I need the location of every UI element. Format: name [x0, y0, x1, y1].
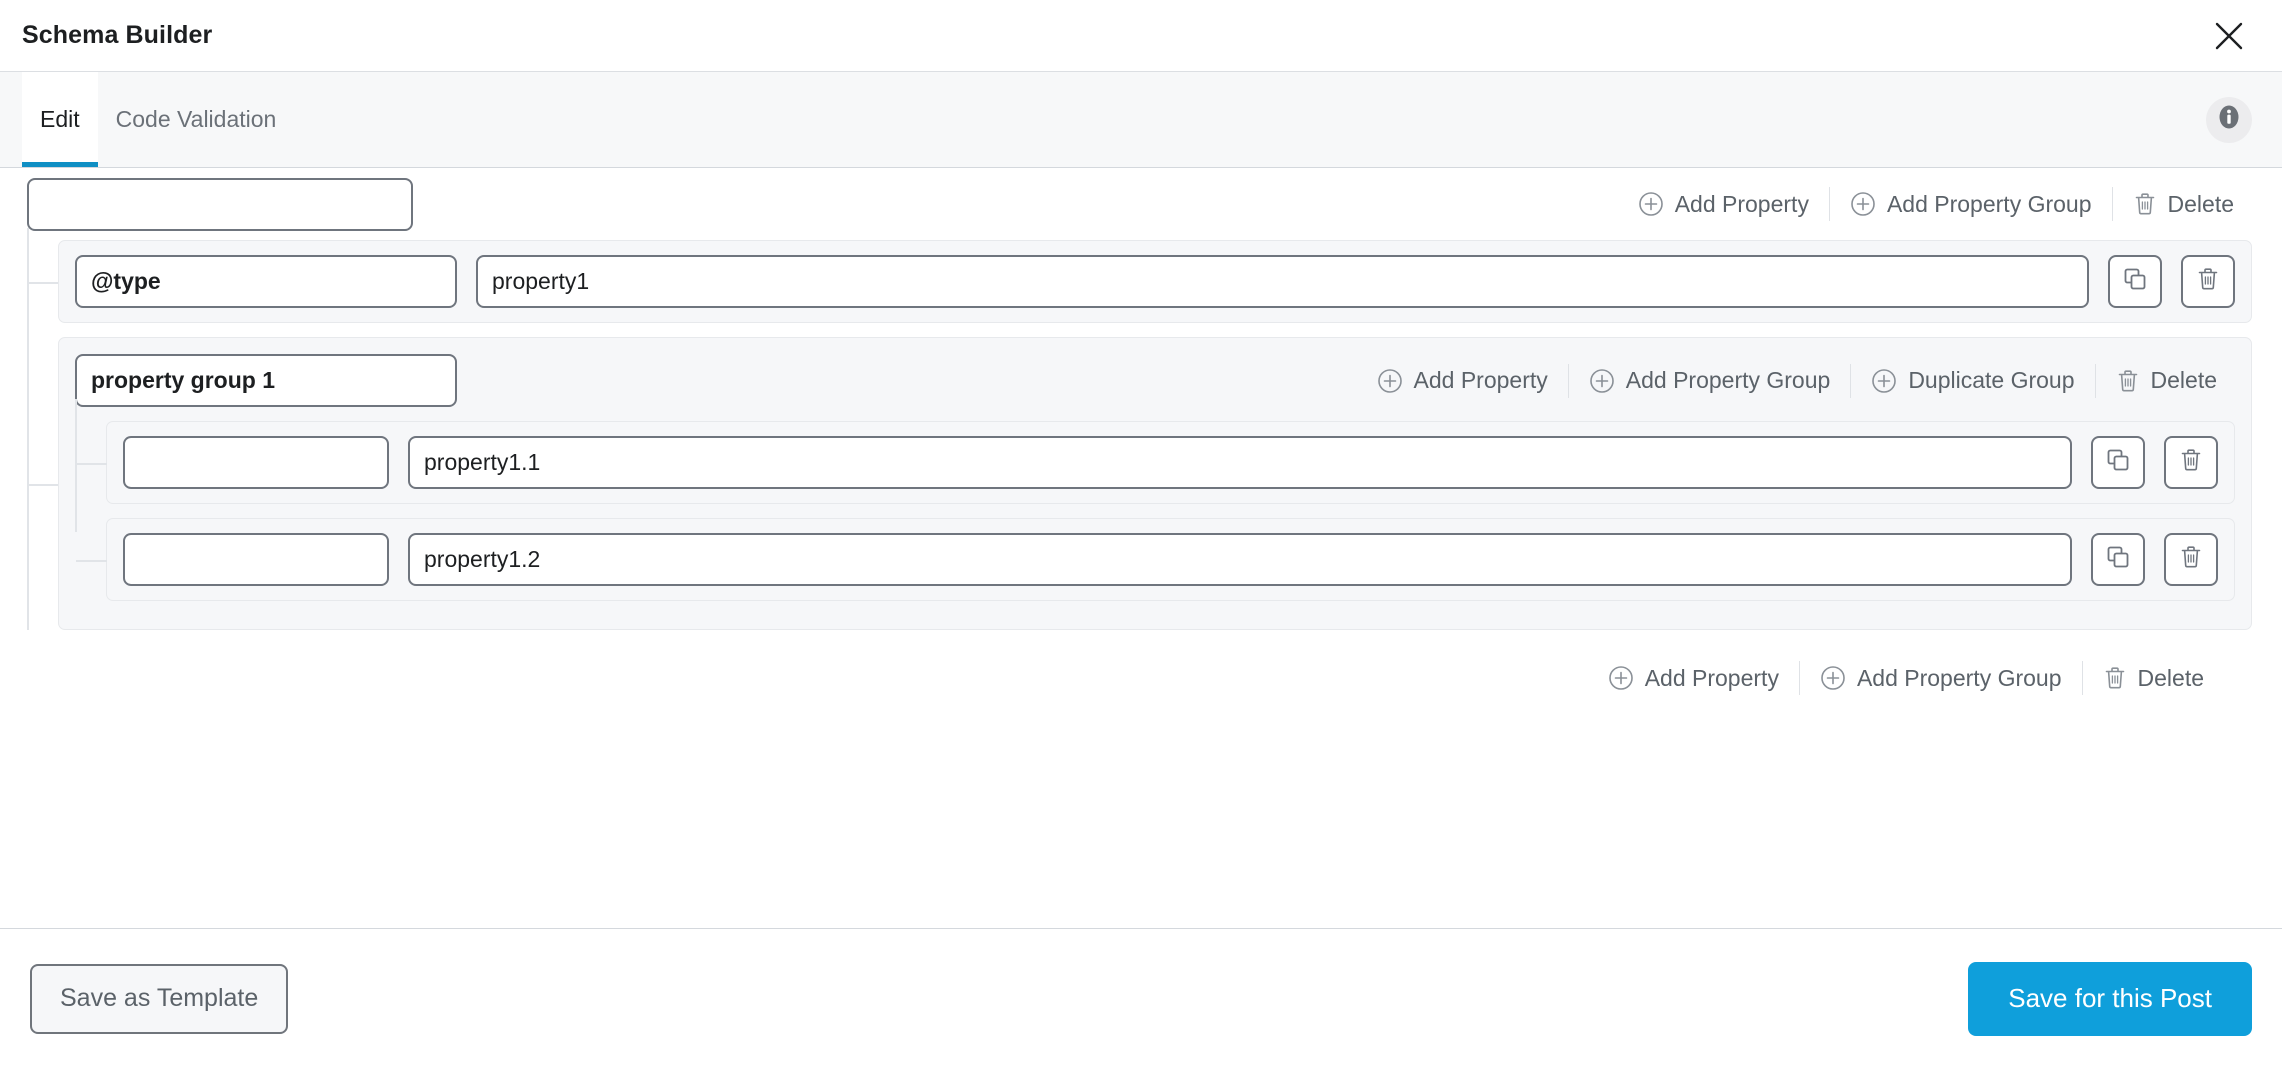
trash-icon	[2103, 665, 2127, 691]
info-button-wrap	[2206, 72, 2252, 167]
info-icon	[2214, 102, 2244, 137]
plus-circle-icon	[1638, 191, 1664, 217]
root-bottom-delete-label: Delete	[2138, 667, 2204, 690]
root-add-property-label: Add Property	[1675, 193, 1809, 216]
toolbar-divider	[2112, 187, 2113, 221]
root-add-property-group-label: Add Property Group	[1887, 193, 2092, 216]
group-add-property-group-button[interactable]: Add Property Group	[1571, 368, 1849, 394]
property-value-input[interactable]	[476, 255, 2089, 308]
tab-code-validation[interactable]: Code Validation	[98, 72, 295, 167]
tab-list: Edit Code Validation	[0, 72, 294, 167]
property-delete-button[interactable]	[2164, 436, 2218, 489]
save-for-this-post-button[interactable]: Save for this Post	[1968, 962, 2252, 1036]
root-delete-button[interactable]: Delete	[2115, 191, 2252, 217]
trash-icon	[2116, 368, 2140, 394]
copy-icon	[2122, 266, 2148, 297]
group-delete-button[interactable]: Delete	[2098, 368, 2235, 394]
tab-edit-label: Edit	[40, 106, 80, 133]
property-duplicate-button[interactable]	[2091, 533, 2145, 586]
group-duplicate-label: Duplicate Group	[1908, 369, 2074, 392]
property-delete-button[interactable]	[2181, 255, 2235, 308]
schema-editor-body: Add Property Add Property Group	[0, 168, 2282, 928]
plus-circle-icon	[1820, 665, 1846, 691]
schema-tree: Add Property	[0, 240, 2282, 712]
toolbar-divider	[1829, 187, 1830, 221]
schema-builder-modal: Schema Builder Edit Code Validation	[0, 0, 2282, 1068]
trash-icon	[2133, 191, 2157, 217]
property-row	[106, 421, 2235, 504]
copy-icon	[2105, 544, 2131, 575]
root-bottom-add-property-group-button[interactable]: Add Property Group	[1802, 665, 2080, 691]
root-key-input[interactable]	[27, 178, 413, 231]
root-header-row: Add Property Add Property Group	[0, 168, 2282, 240]
plus-circle-icon	[1608, 665, 1634, 691]
root-bottom-add-property-label: Add Property	[1645, 667, 1779, 690]
property-duplicate-button[interactable]	[2091, 436, 2145, 489]
plus-circle-icon	[1871, 368, 1897, 394]
toolbar-divider	[1568, 364, 1569, 398]
property-value-input[interactable]	[408, 533, 2072, 586]
root-add-property-group-button[interactable]: Add Property Group	[1832, 191, 2110, 217]
property-group-children	[75, 421, 2235, 601]
property-row	[58, 240, 2252, 323]
modal-footer: Save as Template Save for this Post	[0, 928, 2282, 1068]
plus-circle-icon	[1589, 368, 1615, 394]
root-bottom-actions: Add Property Add Property Group	[1590, 661, 2222, 695]
close-button[interactable]	[2206, 13, 2252, 59]
tab-bar: Edit Code Validation	[0, 72, 2282, 168]
property-group-node: Add Property	[58, 337, 2252, 630]
save-as-template-button[interactable]: Save as Template	[30, 964, 288, 1034]
root-bottom-add-property-group-label: Add Property Group	[1857, 667, 2062, 690]
group-delete-label: Delete	[2151, 369, 2217, 392]
property-key-input[interactable]	[123, 436, 389, 489]
root-add-property-button[interactable]: Add Property	[1620, 191, 1827, 217]
close-icon	[2213, 20, 2245, 52]
toolbar-divider	[1850, 364, 1851, 398]
root-bottom-delete-button[interactable]: Delete	[2085, 665, 2222, 691]
root-delete-label: Delete	[2168, 193, 2234, 216]
root-bottom-add-property-button[interactable]: Add Property	[1590, 665, 1797, 691]
info-button[interactable]	[2206, 97, 2252, 143]
root-toolbar: Add Property Add Property Group	[1620, 187, 2252, 221]
plus-circle-icon	[1850, 191, 1876, 217]
toolbar-divider	[2095, 364, 2096, 398]
tab-edit[interactable]: Edit	[22, 72, 98, 167]
property-node	[58, 240, 2252, 323]
property-group-name-input[interactable]	[75, 354, 457, 407]
property-delete-button[interactable]	[2164, 533, 2218, 586]
root-bottom-toolbar: Add Property Add Property Group	[27, 644, 2252, 712]
group-add-property-button[interactable]: Add Property	[1359, 368, 1566, 394]
property-value-input[interactable]	[408, 436, 2072, 489]
group-add-property-group-label: Add Property Group	[1626, 369, 1831, 392]
plus-circle-icon	[1377, 368, 1403, 394]
trash-icon	[2196, 266, 2220, 297]
page-title: Schema Builder	[22, 21, 212, 50]
group-duplicate-button[interactable]: Duplicate Group	[1853, 368, 2092, 394]
property-key-input[interactable]	[123, 533, 389, 586]
tab-code-validation-label: Code Validation	[116, 106, 277, 133]
property-group-toolbar: Add Property	[1359, 364, 2236, 398]
property-key-input[interactable]	[75, 255, 457, 308]
toolbar-divider	[2082, 661, 2083, 695]
root-children: Add Property	[27, 240, 2252, 630]
property-duplicate-button[interactable]	[2108, 255, 2162, 308]
copy-icon	[2105, 447, 2131, 478]
property-group-card: Add Property	[58, 337, 2252, 630]
property-row	[106, 518, 2235, 601]
property-group-header: Add Property	[75, 354, 2235, 407]
trash-icon	[2179, 544, 2203, 575]
modal-titlebar: Schema Builder	[0, 0, 2282, 72]
toolbar-divider	[1799, 661, 1800, 695]
group-add-property-label: Add Property	[1414, 369, 1548, 392]
trash-icon	[2179, 447, 2203, 478]
